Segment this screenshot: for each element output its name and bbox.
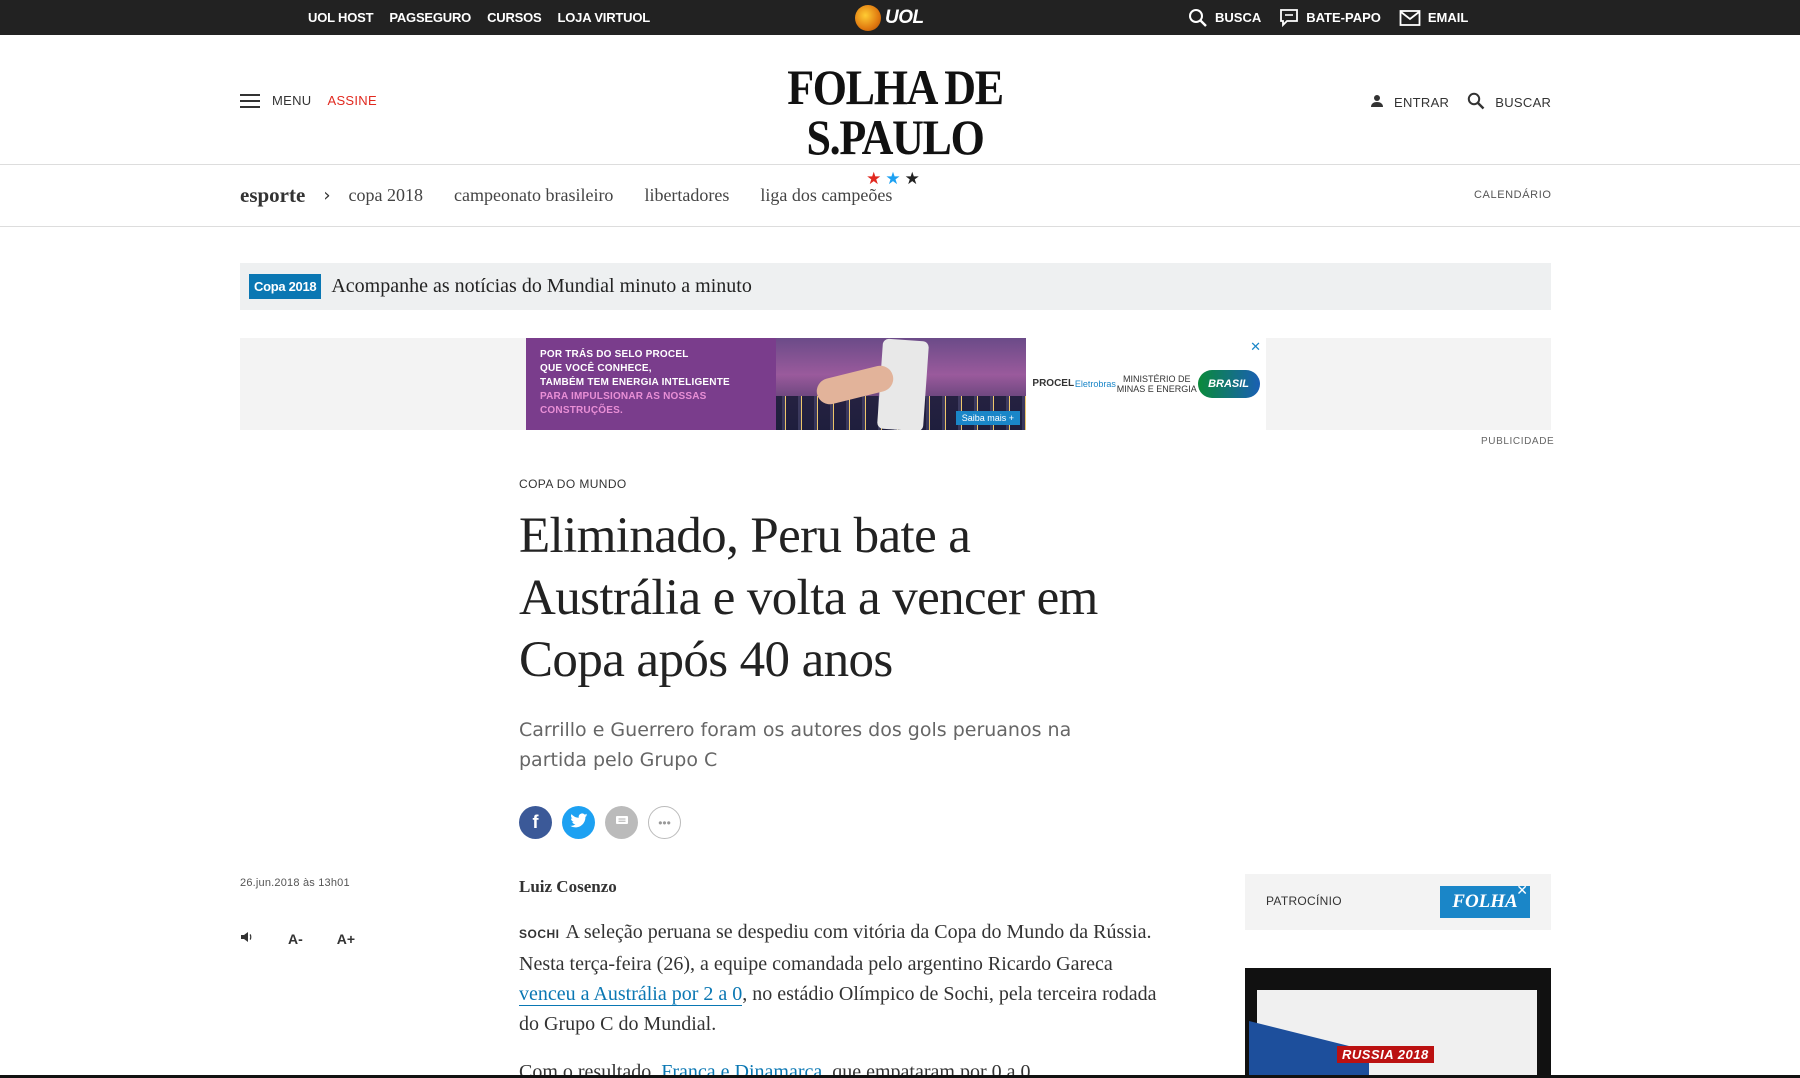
article-subtitle: Carrillo e Guerrero foram os autores dos… [519,719,1072,771]
reading-tools: A- A+ [240,930,355,947]
uol-busca-label: BUSCA [1215,10,1262,25]
section-esporte[interactable]: esporte [240,183,305,208]
buscar-button[interactable]: BUSCAR [1467,92,1551,113]
mail-icon [1399,9,1421,27]
sponsorship-box: PATROCÍNIO FOLHA ✕ [1245,874,1551,930]
ad-copy: POR TRÁS DO SELO PROCEL QUE VOCÊ CONHECE… [526,338,776,430]
subsection-copa-2018[interactable]: copa 2018 [349,185,423,206]
ellipsis-icon: ••• [658,815,671,830]
uol-ball-icon [855,5,881,31]
article-title: Eliminado, Peru bate a Austrália e volta… [519,508,1098,688]
article-paragraph: SOCHI A seleção peruana se despediu com v… [519,921,1157,1035]
header-right: ENTRAR BUSCAR [1370,92,1551,113]
uol-top-bar: UOL HOST PAGSEGURO CURSOS LOJA VIRTUOL U… [0,0,1800,35]
uol-email-link[interactable]: EMAIL [1399,9,1468,27]
section-nav-items: esporte › copa 2018 campeonato brasileir… [240,183,923,208]
ad-cta-button[interactable]: Saiba mais + [955,411,1020,425]
procel-logo: PROCEL [1032,378,1075,389]
article-kicker[interactable]: COPA DO MUNDO [519,477,627,491]
ad-line: QUE VOCÊ CONHECE, [540,363,652,374]
entrar-label: ENTRAR [1394,95,1450,110]
copa-2018-tag: Copa 2018 [249,274,322,299]
site-header: MENU ASSINE FOLHA DE S.PAULO ★★★ ENTRAR … [0,35,1800,187]
sponsor-close-icon[interactable]: ✕ [1516,883,1528,899]
uol-logo-text: UOL [885,7,924,28]
section-nav: esporte › copa 2018 campeonato brasileir… [0,165,1800,227]
uol-links: UOL HOST PAGSEGURO CURSOS LOJA VIRTUOL [308,0,650,35]
article-body: SOCHI A seleção peruana se despediu com v… [519,917,1159,1078]
share-buttons: f ••• [519,806,681,839]
uol-logo[interactable]: UOL [855,5,924,31]
chat-icon [1279,8,1299,28]
uol-link-pagseguro[interactable]: PAGSEGURO [389,10,471,25]
eletrobras-logo: Eletrobras [1074,379,1116,389]
live-coverage-strip[interactable]: Copa 2018 Acompanhe as notícias do Mundi… [240,263,1551,310]
buscar-label: BUSCAR [1495,95,1552,110]
calendario-link[interactable]: CALENDÁRIO [1474,189,1552,201]
subsection-libertadores[interactable]: libertadores [644,185,729,206]
audio-speaker-icon[interactable] [240,930,254,947]
entrar-button[interactable]: ENTRAR [1370,94,1449,111]
facebook-icon: f [532,812,539,832]
menu-area: MENU ASSINE [240,93,377,108]
font-increase-button[interactable]: A+ [337,931,355,947]
uol-email-label: EMAIL [1427,10,1469,25]
search-icon [1188,8,1208,28]
uol-bate-papo-label: BATE-PAPO [1306,10,1381,25]
sponsor-logo[interactable]: FOLHA ✕ [1440,883,1530,918]
search-icon [1467,92,1485,113]
ad-line: PARA IMPULSIONAR AS NOSSAS [540,391,707,402]
ad-logos: PROCEL Eletrobras MINISTÉRIO DE MINAS E E… [1026,338,1266,430]
uol-link-host[interactable]: UOL HOST [308,10,374,25]
ad-banner-wrapper: POR TRÁS DO SELO PROCEL QUE VOCÊ CONHECE… [240,338,1551,430]
dateline-place: SOCHI [519,927,560,941]
publish-date: 26.jun.2018 às 13h01 [240,877,350,889]
subsection-liga-dos-campeoes[interactable]: liga dos campeões [760,185,892,206]
uol-busca-link[interactable]: BUSCA [1188,8,1261,28]
ad-banner[interactable]: POR TRÁS DO SELO PROCEL QUE VOCÊ CONHECE… [526,338,1266,430]
menu-button[interactable]: MENU [272,93,311,108]
ad-close-icon[interactable]: ✕ [1250,339,1261,355]
side-ad-text: RUSSIA 2018 [1337,1046,1434,1063]
hamburger-menu-icon[interactable] [240,93,260,108]
comment-share-button[interactable] [605,806,638,839]
ad-line: TAMBÉM TEM ENERGIA INTELIGENTE [540,377,730,388]
chevron-right-icon: › [323,185,331,206]
user-icon [1370,94,1384,111]
assine-link[interactable]: ASSINE [327,93,376,108]
subsection-campeonato-brasileiro[interactable]: campeonato brasileiro [454,185,613,206]
comment-icon [615,814,629,832]
uol-bate-papo-link[interactable]: BATE-PAPO [1279,8,1381,28]
font-decrease-button[interactable]: A- [288,931,303,947]
twitter-share-button[interactable] [562,806,595,839]
side-ad[interactable]: RUSSIA 2018 [1245,968,1551,1078]
brasil-logo: BRASIL [1197,370,1260,398]
uol-link-loja[interactable]: LOJA VIRTUOL [558,10,651,25]
publicidade-label: PUBLICIDADE [1481,436,1555,447]
article-author[interactable]: Luiz Cosenzo [519,877,617,897]
live-coverage-text: Acompanhe as notícias do Mundial minuto … [331,275,752,297]
uol-link-cursos[interactable]: CURSOS [487,10,542,25]
uol-right-links: BUSCA BATE-PAPO EMAIL [1188,0,1468,35]
patrocinio-label: PATROCÍNIO [1266,894,1342,908]
more-share-button[interactable]: ••• [648,806,681,839]
ministerio-logo: MINISTÉRIO DE MINAS E ENERGIA [1116,374,1197,394]
twitter-icon [569,812,588,833]
ad-image: Saiba mais + [776,338,1026,430]
inline-link[interactable]: venceu a Austrália por 2 a 0 [519,983,743,1006]
site-logo-text: FOLHA DE S.PAULO [787,59,1004,165]
ad-line: CONSTRUÇÕES. [540,405,623,416]
ad-line: POR TRÁS DO SELO PROCEL [540,349,689,360]
facebook-share-button[interactable]: f [519,806,552,839]
